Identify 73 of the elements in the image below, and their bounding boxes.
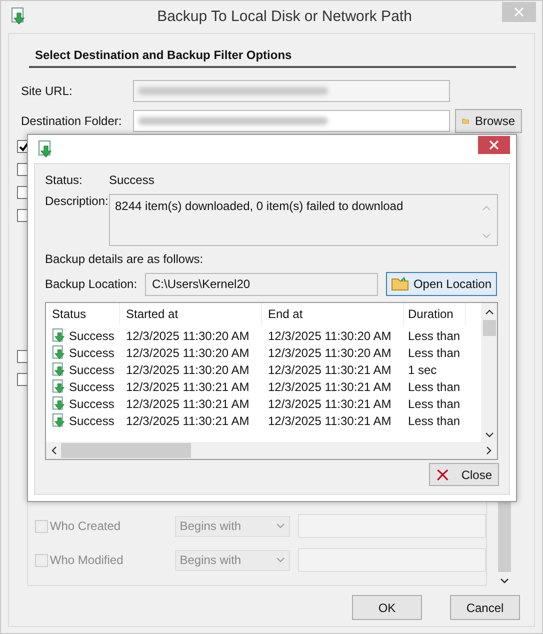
field-label: Destination Folder: [21,114,123,128]
download-document-icon [52,396,67,411]
scroll-down-icon[interactable] [500,578,509,584]
table-cell-text: 12/3/2025 11:30:21 AM [125,412,250,429]
table-cell: Success [46,361,120,378]
close-icon [436,468,450,482]
table-cell: Success [46,327,120,344]
scroll-up-icon[interactable] [484,309,494,315]
table-cell-text: Less than [407,328,462,344]
checkbox-label: Who Modified [50,553,124,567]
scrollbar[interactable] [46,442,497,459]
section-heading: Select Destination and Backup Filter Options [35,48,293,62]
download-document-icon [52,413,67,428]
open-location-button[interactable]: Open Location [386,272,497,296]
download-document-icon [38,140,54,158]
dialog-button[interactable]: Cancel [450,595,520,620]
table-cell-text: 12/3/2025 11:30:20 AM [125,362,250,378]
close-icon [489,140,499,150]
input-field[interactable] [133,110,450,132]
table-cell-text: 12/3/2025 11:30:21 AM [267,396,392,412]
browse-button[interactable]: Browse [455,109,522,133]
download-document-icon [52,379,67,394]
description-label: Description: [45,194,109,210]
table-cell-text: Less than [407,344,462,361]
details-heading: Backup details are as follows: [45,252,204,266]
download-document-icon [52,345,67,360]
close-button[interactable] [478,136,510,154]
chevron-down-icon [276,557,285,563]
close-icon [514,7,524,17]
dialog-button[interactable]: OK [352,595,422,620]
column-header[interactable]: Duration [404,303,466,325]
table-cell-text: Less than [407,396,462,412]
window-title: Backup To Local Disk or Network Path [156,8,413,24]
table-cell: Success [46,395,120,412]
close-button[interactable]: Close [429,463,499,486]
table-cell-text: 1 sec [407,362,438,378]
scrollbar[interactable] [481,303,497,442]
download-document-icon [11,7,27,25]
table-cell: Success [46,412,120,429]
table-cell-text: Less than [407,412,462,429]
scrollbar[interactable] [497,500,512,586]
scroll-thumb[interactable] [498,500,511,572]
field-label: Site URL: [21,84,74,98]
chevron-down-icon [276,523,285,529]
table-cell-text: 12/3/2025 11:30:21 AM [125,378,250,395]
column-header[interactable]: End at [262,303,404,325]
scroll-left-icon[interactable] [51,446,57,455]
scroll-right-icon[interactable] [486,446,492,455]
location-label: Backup Location: [45,277,138,291]
table-cell-text: 12/3/2025 11:30:20 AM [267,344,392,361]
scroll-thumb[interactable] [61,443,191,458]
scroll-down-icon[interactable] [484,432,494,438]
table-cell-text: 12/3/2025 11:30:20 AM [267,328,392,344]
location-field[interactable]: C:\Users\Kernel20 [145,272,378,296]
table-cell-text: 12/3/2025 11:30:21 AM [267,378,392,395]
input-field[interactable] [133,80,450,102]
table-cell-text: 12/3/2025 11:30:21 AM [125,396,250,412]
status-label: Status: [45,173,84,187]
download-document-icon [52,328,67,343]
column-header[interactable]: Status [46,303,120,325]
table-cell-text: 12/3/2025 11:30:21 AM [267,362,392,378]
scroll-thumb[interactable] [482,320,496,336]
column-header[interactable]: Started at [120,303,262,325]
table-cell: Success [46,344,120,361]
download-document-icon [52,362,67,377]
table-cell-text: 12/3/2025 11:30:20 AM [125,328,250,344]
table-cell-text: 12/3/2025 11:30:20 AM [125,344,250,361]
folder-icon [391,277,410,291]
table-cell: Success [46,378,120,395]
table-cell-text: 12/3/2025 11:30:21 AM [267,412,392,429]
checkbox-label: Who Created [50,519,122,533]
status-value: Success [109,173,154,187]
table-cell-text: Less than [407,378,462,395]
